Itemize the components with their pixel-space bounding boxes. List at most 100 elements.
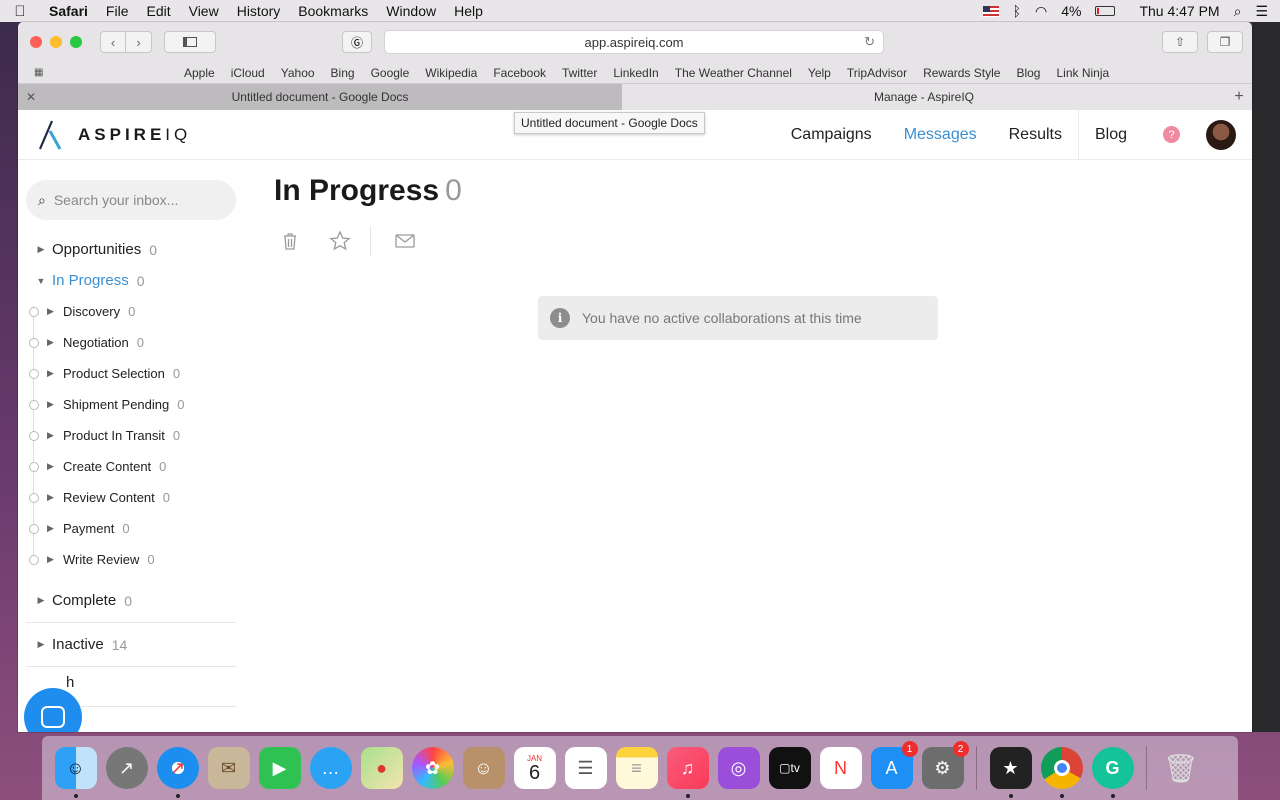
favorite-link[interactable]: iCloud xyxy=(231,66,265,80)
dock-trash[interactable]: 🗑 xyxy=(1160,747,1202,789)
favorite-link[interactable]: Twitter xyxy=(562,66,597,80)
folder-opportunities[interactable]: ▶ Opportunities 0 xyxy=(26,234,258,265)
show-tabs-button[interactable]: ❐ xyxy=(1207,31,1243,53)
stage-create-content[interactable]: ▶ Create Content 0 xyxy=(26,451,258,482)
folder-inactive[interactable]: ▶ Inactive 14 xyxy=(26,629,258,660)
mail-button[interactable] xyxy=(389,226,421,256)
tv-icon: ▢tv xyxy=(779,761,800,775)
share-button[interactable]: ⇧ xyxy=(1162,31,1198,53)
menu-file[interactable]: File xyxy=(97,3,138,19)
menu-app-name[interactable]: Safari xyxy=(40,3,97,19)
dock-photos[interactable]: ✿ xyxy=(411,747,454,789)
dock-calendar[interactable]: JAN 6 xyxy=(513,747,556,789)
battery-icon[interactable] xyxy=(1095,6,1116,16)
folder-complete[interactable]: ▶ Complete 0 xyxy=(26,585,258,616)
search-input[interactable]: ⌕ Search your inbox... xyxy=(26,180,236,220)
favorite-link[interactable]: Yahoo xyxy=(281,66,315,80)
favorite-link[interactable]: Wikipedia xyxy=(425,66,477,80)
dock-maps[interactable]: ● xyxy=(360,747,403,789)
wifi-icon[interactable]: ◠ xyxy=(1035,3,1047,20)
apple-menu-icon[interactable]:  xyxy=(0,3,40,20)
favorite-link[interactable]: LinkedIn xyxy=(613,66,658,80)
stage-negotiation[interactable]: ▶ Negotiation 0 xyxy=(26,327,258,358)
dock-tv[interactable]: ▢tv xyxy=(768,747,811,789)
favorite-link[interactable]: Bing xyxy=(331,66,355,80)
dock-finder[interactable]: ☺ xyxy=(54,747,97,798)
stage-count: 0 xyxy=(136,335,145,350)
favorite-link[interactable]: Google xyxy=(371,66,410,80)
star-button[interactable] xyxy=(324,226,356,256)
dock-contacts[interactable]: ☺ xyxy=(462,747,505,789)
folder-in-progress[interactable]: ▼ In Progress 0 xyxy=(26,265,258,296)
close-window-button[interactable] xyxy=(30,36,42,48)
favorite-link[interactable]: Facebook xyxy=(493,66,546,80)
nav-results[interactable]: Results xyxy=(993,126,1078,144)
help-icon[interactable]: ? xyxy=(1163,126,1180,143)
clock[interactable]: Thu 4:47 PM xyxy=(1139,3,1219,19)
dock-news[interactable]: N xyxy=(819,747,862,789)
menu-help[interactable]: Help xyxy=(445,3,492,19)
sidebar-toggle-button[interactable] xyxy=(164,31,216,53)
favorite-link[interactable]: Link Ninja xyxy=(1056,66,1109,80)
grid-icon[interactable]: ▦ xyxy=(34,67,48,78)
menu-window[interactable]: Window xyxy=(377,3,445,19)
stage-payment[interactable]: ▶ Payment 0 xyxy=(26,513,258,544)
new-tab-button[interactable]: + xyxy=(1226,84,1252,110)
reload-icon[interactable]: ↻ xyxy=(864,34,875,50)
trash-button[interactable] xyxy=(274,226,306,256)
notification-center-icon[interactable]: ☰ xyxy=(1255,3,1268,20)
tab-google-docs[interactable]: ✕ Untitled document - Google Docs xyxy=(18,84,622,110)
spotlight-icon[interactable]: ⌕ xyxy=(1234,3,1242,20)
dock-reminders[interactable]: ☰ xyxy=(564,747,607,789)
battery-percent[interactable]: 4% xyxy=(1061,3,1081,19)
podcast-icon: ◎ xyxy=(730,757,747,778)
tab-aspireiq[interactable]: Manage - AspireIQ xyxy=(622,84,1226,110)
close-tab-icon[interactable]: ✕ xyxy=(26,90,36,104)
dock-mail[interactable]: ✉ xyxy=(207,747,250,789)
dock-facetime[interactable]: ▶ xyxy=(258,747,301,789)
menu-view[interactable]: View xyxy=(180,3,228,19)
minimize-window-button[interactable] xyxy=(50,36,62,48)
menu-bookmarks[interactable]: Bookmarks xyxy=(289,3,377,19)
stage-product-selection[interactable]: ▶ Product Selection 0 xyxy=(26,358,258,389)
flag-icon[interactable] xyxy=(982,5,999,17)
tabs-icon: ❐ xyxy=(1219,35,1231,49)
dock-safari[interactable]: ↗ xyxy=(156,747,199,798)
stage-product-in-transit[interactable]: ▶ Product In Transit 0 xyxy=(26,420,258,451)
zoom-window-button[interactable] xyxy=(70,36,82,48)
favorite-link[interactable]: Apple xyxy=(184,66,215,80)
aspireiq-logo[interactable]: ASPIREIQ xyxy=(38,119,191,151)
stage-shipment-pending[interactable]: ▶ Shipment Pending 0 xyxy=(26,389,258,420)
favorite-link[interactable]: Yelp xyxy=(808,66,831,80)
dock-app-store[interactable]: A 1 xyxy=(870,741,918,789)
aspireiq-logo-icon xyxy=(38,120,62,150)
stage-review-content[interactable]: ▶ Review Content 0 xyxy=(26,482,258,513)
nav-campaigns[interactable]: Campaigns xyxy=(775,126,888,144)
bluetooth-icon[interactable]: ᛒ xyxy=(1013,3,1021,19)
back-button[interactable]: ‹ xyxy=(100,31,126,53)
dock-system-preferences[interactable]: ⚙ 2 xyxy=(921,741,969,789)
dock-music[interactable]: ♫ xyxy=(666,747,709,798)
dock-podcasts[interactable]: ◎ xyxy=(717,747,760,789)
menu-history[interactable]: History xyxy=(228,3,290,19)
menu-edit[interactable]: Edit xyxy=(137,3,179,19)
stage-label: Product Selection xyxy=(63,366,165,381)
favorite-link[interactable]: Blog xyxy=(1016,66,1040,80)
nav-blog[interactable]: Blog xyxy=(1079,126,1143,144)
stage-discovery[interactable]: ▶ Discovery 0 xyxy=(26,296,258,327)
favorite-link[interactable]: Rewards Style xyxy=(923,66,1000,80)
stage-write-review[interactable]: ▶ Write Review 0 xyxy=(26,544,258,575)
dock-chrome[interactable] xyxy=(1040,747,1083,798)
dock-final-cut[interactable]: ★ xyxy=(989,747,1032,798)
favorite-link[interactable]: The Weather Channel xyxy=(675,66,792,80)
favorite-link[interactable]: TripAdvisor xyxy=(847,66,907,80)
avatar[interactable] xyxy=(1206,119,1236,150)
forward-button[interactable]: › xyxy=(126,31,152,53)
extension-button[interactable]: Ⓖ xyxy=(342,31,372,53)
address-bar[interactable]: app.aspireiq.com ↻ xyxy=(384,30,884,54)
dock-grammarly[interactable]: G xyxy=(1091,747,1134,798)
dock-messages[interactable]: … xyxy=(309,747,352,789)
dock-notes[interactable]: ≡ xyxy=(615,747,658,789)
dock-launchpad[interactable]: ↗ xyxy=(105,747,148,789)
nav-messages[interactable]: Messages xyxy=(888,126,993,144)
